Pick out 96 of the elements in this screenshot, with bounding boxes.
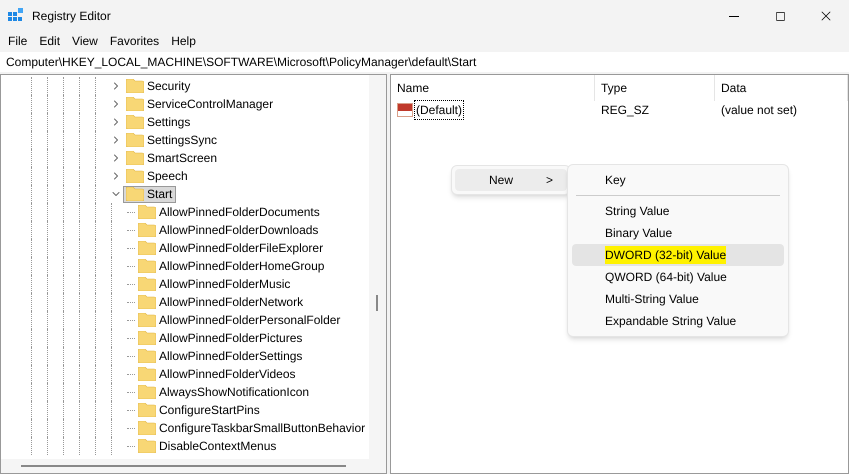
tree-item[interactable]: AllowPinnedFolderNetwork (135, 294, 308, 310)
folder-icon (126, 187, 144, 201)
folder-icon (138, 205, 156, 219)
address-bar[interactable]: Computer\HKEY_LOCAL_MACHINE\SOFTWARE\Microsoft\PolicyManager\default\Start (0, 52, 849, 72)
tree-item-label: ConfigureTaskbarSmallButtonBehavior (159, 420, 366, 437)
menu-entry[interactable]: New > (455, 169, 567, 191)
column-header[interactable]: Name (391, 75, 595, 101)
tree-item-label: DisableContextMenus (159, 438, 276, 455)
menu-entry[interactable]: Key (572, 169, 784, 191)
tree-item[interactable]: Security (123, 78, 194, 94)
menu-entry-label: Key (605, 172, 626, 189)
folder-icon (138, 223, 156, 237)
string-value-icon (397, 103, 413, 117)
tree-item[interactable]: ConfigureTaskbarSmallButtonBehavior (135, 420, 369, 436)
tree-item[interactable]: SettingsSync (123, 132, 222, 148)
menu-item[interactable]: Edit (33, 32, 66, 50)
table-cell-text: (value not set) (720, 102, 798, 119)
tree-item-label: AllowPinnedFolderNetwork (159, 294, 304, 311)
menu-item[interactable]: File (2, 32, 34, 50)
folder-icon (138, 421, 156, 435)
maximize-icon (774, 10, 786, 22)
column-header[interactable]: Data (715, 75, 848, 101)
tree-item[interactable]: Start (123, 186, 176, 202)
value-name[interactable]: (Default) (414, 100, 464, 120)
tree-item-label: AllowPinnedFolderVideos (159, 366, 296, 383)
folder-icon (138, 385, 156, 399)
folder-icon (138, 403, 156, 417)
menu-entry-label: Binary Value (605, 225, 672, 242)
tree-item[interactable]: ConfigureStartPins (135, 402, 264, 418)
folder-icon (126, 115, 144, 129)
tree-item-label: Speech (147, 168, 188, 185)
folder-icon (138, 349, 156, 363)
table-cell-text: REG_SZ (600, 102, 650, 119)
tree-item[interactable]: AlwaysShowNotificationIcon (135, 384, 314, 400)
folder-icon (138, 259, 156, 273)
tree-item[interactable]: AllowPinnedFolderHomeGroup (135, 258, 328, 274)
folder-icon (138, 439, 156, 453)
menu-entry[interactable]: DWORD (32-bit) Value (572, 244, 784, 266)
folder-icon (138, 331, 156, 345)
menu-entry-label: Multi-String Value (605, 291, 699, 308)
tree-item[interactable]: ServiceControlManager (123, 96, 278, 112)
menu-entry[interactable]: Binary Value (572, 222, 784, 244)
tree-item[interactable]: DisableContextMenus (135, 438, 280, 454)
folder-icon (138, 241, 156, 255)
tree-item[interactable]: AllowPinnedFolderVideos (135, 366, 300, 382)
tree-item-label: ConfigureStartPins (159, 402, 260, 419)
vertical-scrollbar[interactable] (369, 75, 386, 459)
menu-entry[interactable]: Expandable String Value (572, 310, 784, 332)
tree-item-label: AllowPinnedFolderPersonalFolder (159, 312, 340, 329)
folder-icon (126, 97, 144, 111)
tree-item[interactable]: AllowPinnedFolderPictures (135, 330, 306, 346)
horizontal-scrollbar[interactable] (1, 459, 386, 473)
menu-item[interactable]: Help (165, 32, 202, 50)
menu-entry-label: QWORD (64-bit) Value (605, 269, 727, 286)
tree-item[interactable]: Speech (123, 168, 192, 184)
tree-item-label: ServiceControlManager (147, 96, 274, 113)
folder-icon (126, 79, 144, 93)
folder-icon (138, 367, 156, 381)
folder-icon (138, 313, 156, 327)
folder-icon (126, 133, 144, 147)
tree-item[interactable]: AllowPinnedFolderDocuments (135, 204, 324, 220)
tree-item[interactable]: AllowPinnedFolderDownloads (135, 222, 322, 238)
menu-entry[interactable]: Multi-String Value (572, 288, 784, 310)
menu-entry-label: Expandable String Value (605, 313, 736, 330)
tree-item-label: AllowPinnedFolderPictures (159, 330, 302, 347)
tree-item[interactable]: AllowPinnedFolderMusic (135, 276, 294, 292)
tree-item-label: Start (147, 186, 172, 203)
folder-icon (138, 277, 156, 291)
tree-item-label: SmartScreen (147, 150, 218, 167)
tree-item-label: AllowPinnedFolderDownloads (159, 222, 318, 239)
column-header[interactable]: Type (595, 75, 715, 101)
menu-item[interactable]: View (66, 32, 104, 50)
menu-entry-label: String Value (605, 203, 670, 220)
tree-item[interactable]: SmartScreen (123, 150, 222, 166)
menu-item[interactable]: Favorites (104, 32, 166, 50)
tree-item-label: Security (147, 78, 190, 95)
tree-item-label: SettingsSync (147, 132, 218, 149)
menu-entry[interactable]: String Value (572, 200, 784, 222)
tree-item-label: AllowPinnedFolderMusic (159, 276, 290, 293)
tree-item[interactable]: AllowPinnedFolderSettings (135, 348, 306, 364)
menu-entry-label: DWORD (32-bit) Value (605, 246, 726, 264)
tree-item-label: AllowPinnedFolderFileExplorer (159, 240, 324, 257)
app-icon (8, 8, 24, 24)
tree-item-label: AllowPinnedFolderHomeGroup (159, 258, 324, 275)
tree-item-label: Settings (147, 114, 190, 131)
tree-item-label: AllowPinnedFolderDocuments (159, 204, 320, 221)
tree-item-label: AlwaysShowNotificationIcon (159, 384, 310, 401)
tree-item[interactable]: Settings (123, 114, 194, 130)
folder-icon (126, 169, 144, 183)
tree-item[interactable]: AllowPinnedFolderPersonalFolder (135, 312, 344, 328)
menu-entry[interactable]: QWORD (64-bit) Value (572, 266, 784, 288)
folder-icon (138, 295, 156, 309)
tree-item-label: AllowPinnedFolderSettings (159, 348, 302, 365)
tree-item[interactable]: AllowPinnedFolderFileExplorer (135, 240, 328, 256)
window-title: Registry Editor (32, 8, 111, 25)
folder-icon (126, 151, 144, 165)
